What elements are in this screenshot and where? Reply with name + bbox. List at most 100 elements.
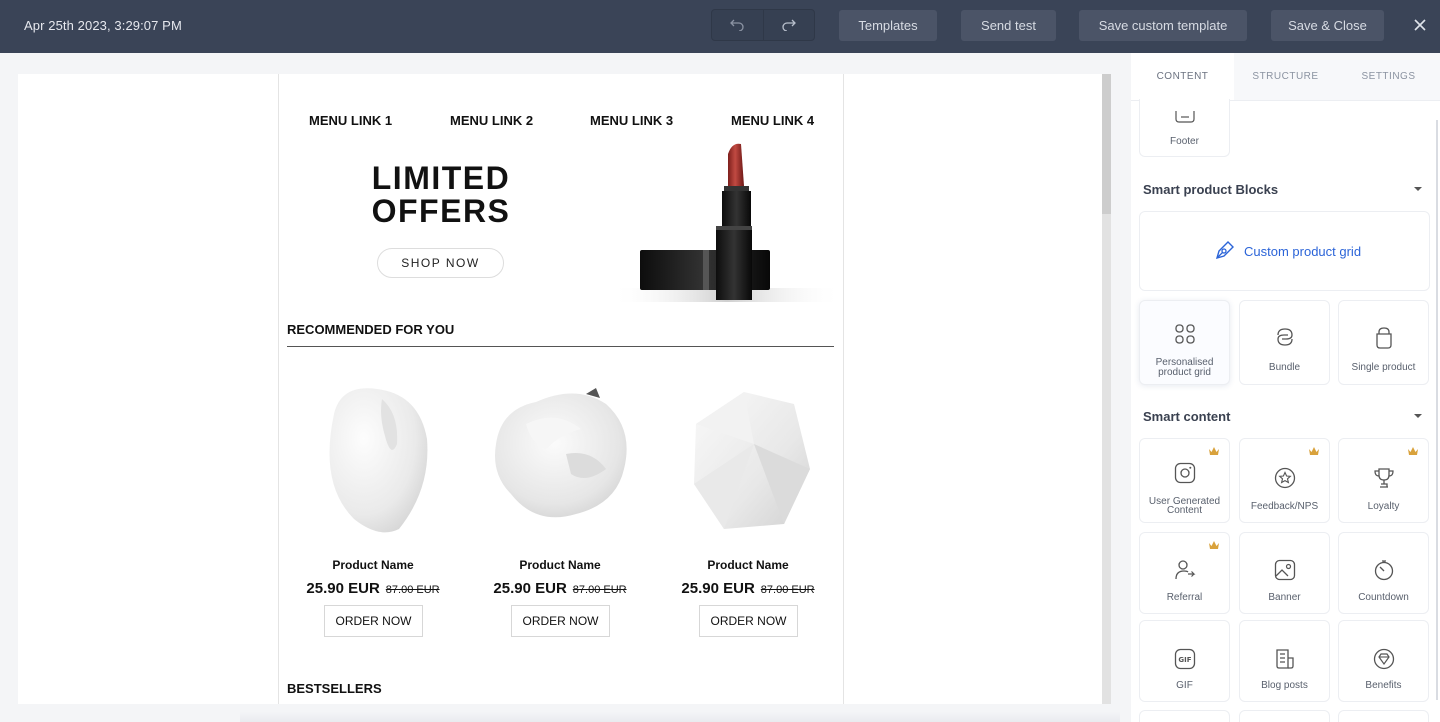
old-price: 87.00 EUR <box>572 584 627 596</box>
block-label: Content <box>1166 505 1203 516</box>
chevron-down-icon[interactable] <box>1414 185 1422 193</box>
product-price: 25.90 EUR 87.00 EUR <box>466 580 654 598</box>
hero-title-line1: LIMITED <box>371 160 511 196</box>
crown-icon <box>1408 447 1418 455</box>
block-label: product grid <box>1158 367 1211 378</box>
svg-text:GIF: GIF <box>1178 656 1191 664</box>
section-smart-product: Smart product Blocks <box>1143 182 1279 197</box>
hero-title: LIMITED OFFERS <box>319 162 563 228</box>
order-now-button[interactable]: ORDER NOW <box>511 605 610 637</box>
order-now-button[interactable]: ORDER NOW <box>324 605 423 637</box>
block-footer[interactable]: Footer <box>1139 99 1230 157</box>
old-price: 87.00 EUR <box>385 584 440 596</box>
block-label: Banner <box>1268 592 1301 603</box>
save-custom-template-button[interactable]: Save custom template <box>1079 10 1247 41</box>
product-name: Product Name <box>332 558 414 572</box>
undo-button[interactable] <box>712 10 763 40</box>
save-close-button[interactable]: Save & Close <box>1271 10 1384 41</box>
star-badge-icon <box>1274 467 1295 489</box>
custom-grid-label: Custom product grid <box>1244 244 1362 259</box>
product-name: Product Name <box>519 558 601 572</box>
canvas-scroll-thumb[interactable] <box>1102 74 1111 214</box>
recommended-title: RECOMMENDED FOR YOU <box>287 322 455 337</box>
templates-button[interactable]: Templates <box>839 10 937 41</box>
block-label: Benefits <box>1365 680 1402 691</box>
block-custom-product-grid[interactable]: Custom product grid <box>1139 211 1430 291</box>
canvas-scrollbar[interactable] <box>1102 74 1111 704</box>
current-price: 25.90 EUR <box>681 580 755 597</box>
block-feedback-nps[interactable]: Feedback/NPS <box>1239 438 1330 523</box>
block-user-generated-content[interactable]: User Generated Content <box>1139 438 1230 523</box>
block-more[interactable] <box>1239 710 1330 722</box>
timer-icon <box>1374 560 1393 581</box>
product-image <box>694 392 810 529</box>
block-label: Bundle <box>1268 362 1301 373</box>
block-personalised-grid[interactable]: Personalised product grid <box>1139 300 1230 385</box>
image-icon <box>1274 559 1295 581</box>
product-card: Product Name 25.90 EUR 87.00 EUR ORDER NO… <box>654 374 842 637</box>
block-single-product[interactable]: Single product <box>1338 300 1429 385</box>
menu-link-2[interactable]: MENU LINK 2 <box>450 113 533 128</box>
block-benefits[interactable]: Benefits <box>1338 620 1429 702</box>
block-gif[interactable]: GIF GIF <box>1139 620 1230 702</box>
current-price: 25.90 EUR <box>493 580 567 597</box>
footer-icon <box>1174 111 1195 123</box>
block-label: Loyalty <box>1367 501 1400 512</box>
current-price: 25.90 EUR <box>306 580 380 597</box>
block-label: Referral <box>1166 592 1203 603</box>
product-price: 25.90 EUR 87.00 EUR <box>654 580 842 598</box>
block-blog-posts[interactable]: Blog posts <box>1239 620 1330 702</box>
chevron-down-icon[interactable] <box>1414 412 1422 420</box>
tab-structure[interactable]: STRUCTURE <box>1234 53 1337 100</box>
email-preview: MENU LINK 1 MENU LINK 2 MENU LINK 3 MENU… <box>278 74 844 704</box>
lipstick-image <box>611 143 843 302</box>
close-icon[interactable] <box>1410 15 1430 35</box>
bestsellers-title: BESTSELLERS <box>287 681 382 696</box>
tab-content[interactable]: CONTENT <box>1131 53 1234 100</box>
block-more[interactable] <box>1338 710 1429 722</box>
block-banner[interactable]: Banner <box>1239 532 1330 614</box>
menu-link-4[interactable]: MENU LINK 4 <box>731 113 814 128</box>
product-image <box>495 388 627 518</box>
block-label: Single product <box>1351 362 1416 373</box>
panel-tabs: CONTENT STRUCTURE SETTINGS <box>1131 53 1440 101</box>
order-now-button[interactable]: ORDER NOW <box>699 605 798 637</box>
block-loyalty[interactable]: Loyalty <box>1338 438 1429 523</box>
bundle-icon <box>1276 328 1293 346</box>
block-more[interactable] <box>1139 710 1230 722</box>
block-label: Footer <box>1170 136 1199 147</box>
shop-now-button[interactable]: SHOP NOW <box>377 248 504 278</box>
menu-link-1[interactable]: MENU LINK 1 <box>309 113 392 128</box>
send-test-button[interactable]: Send test <box>961 10 1056 41</box>
timestamp: Apr 25th 2023, 3:29:07 PM <box>24 18 182 33</box>
gif-icon: GIF <box>1174 648 1195 670</box>
block-label: Feedback/NPS <box>1250 501 1319 512</box>
product-card: Product Name 25.90 EUR 87.00 EUR ORDER NO… <box>279 374 467 637</box>
block-countdown[interactable]: Countdown <box>1338 532 1429 614</box>
crown-icon <box>1209 447 1219 455</box>
content-panel: CONTENT STRUCTURE SETTINGS Footer Smart … <box>1131 53 1440 722</box>
product-image <box>329 388 428 533</box>
top-bar: Apr 25th 2023, 3:29:07 PM Templates Send… <box>0 0 1440 53</box>
block-label: Blog posts <box>1261 680 1308 691</box>
instagram-icon <box>1174 462 1195 484</box>
product-price: 25.90 EUR 87.00 EUR <box>279 580 467 598</box>
block-bundle[interactable]: Bundle <box>1239 300 1330 385</box>
section-smart-content: Smart content <box>1143 409 1231 424</box>
bag-icon <box>1375 327 1392 349</box>
undo-icon <box>730 19 744 31</box>
blog-icon <box>1275 649 1294 669</box>
block-referral[interactable]: Referral <box>1139 532 1230 614</box>
grid-icon <box>1174 324 1195 344</box>
redo-button[interactable] <box>762 10 815 40</box>
pen-tool-icon <box>1215 241 1234 260</box>
menu-link-3[interactable]: MENU LINK 3 <box>590 113 673 128</box>
panel-scrollbar[interactable] <box>1436 120 1438 700</box>
block-label: Countdown <box>1358 592 1409 603</box>
hero-title-line2: OFFERS <box>371 193 511 229</box>
block-label: GIF <box>1176 680 1193 691</box>
canvas-bottom-shadow <box>240 712 1120 722</box>
crown-icon <box>1309 447 1319 455</box>
old-price: 87.00 EUR <box>760 584 815 596</box>
tab-settings[interactable]: SETTINGS <box>1337 53 1440 100</box>
